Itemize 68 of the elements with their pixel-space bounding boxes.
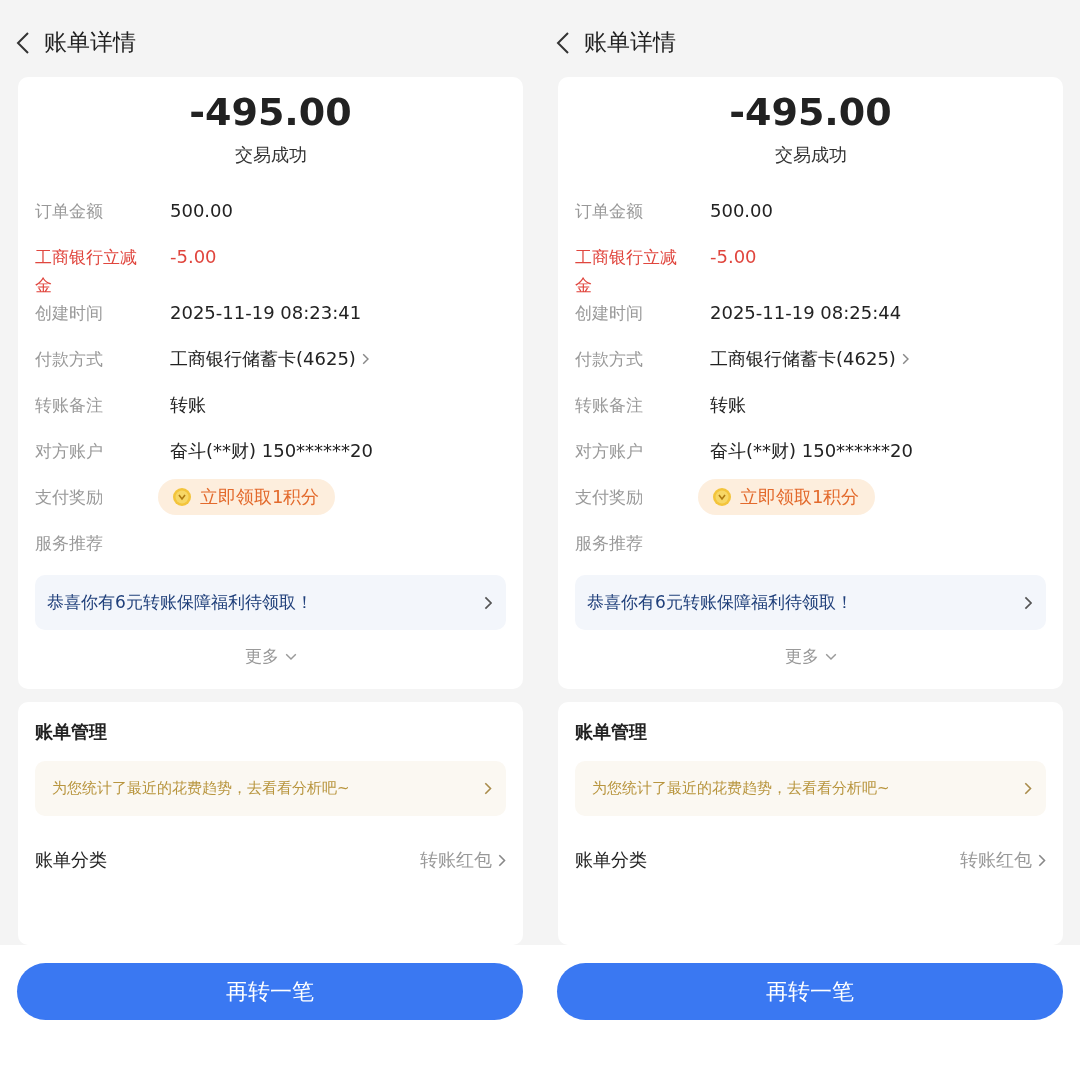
spending-tip-banner[interactable]: 为您统计了最近的花费趋势，去看看分析吧~: [575, 761, 1046, 816]
field-label: 订单金额: [35, 200, 104, 223]
field-label: 创建时间: [35, 302, 104, 325]
service-banner[interactable]: 恭喜你有6元转账保障福利待领取！: [575, 575, 1046, 630]
category-row[interactable]: 账单分类 转账红包: [575, 816, 1046, 904]
transfer-again-button[interactable]: 再转一笔: [17, 963, 523, 1020]
coin-icon: [712, 487, 732, 507]
payment-method-link[interactable]: 工商银行储蓄卡(4625): [710, 345, 910, 373]
section-title: 账单管理: [575, 720, 648, 744]
transfer-again-button[interactable]: 再转一笔: [557, 963, 1063, 1020]
amount: -495.00: [728, 89, 893, 136]
amount: -495.00: [188, 89, 353, 136]
back-icon: [16, 30, 30, 55]
page-title: 账单详情: [584, 28, 676, 57]
points-reward-button[interactable]: 立即领取1积分: [698, 479, 876, 515]
field-label: 转账备注: [35, 394, 104, 417]
back-button[interactable]: [16, 30, 30, 55]
field-label: 创建时间: [575, 302, 644, 325]
category-label: 账单分类: [575, 848, 647, 872]
chevron-right-icon: [1023, 595, 1032, 610]
field-value: 转账: [170, 393, 206, 417]
payment-method-link[interactable]: 工商银行储蓄卡(4625): [170, 345, 370, 373]
field-label: 转账备注: [575, 394, 644, 417]
page-title: 账单详情: [44, 28, 136, 57]
chevron-right-icon: [361, 353, 370, 365]
field-value: 转账: [710, 393, 746, 417]
chevron-down-icon: [824, 652, 837, 661]
field-value: 奋斗(**财) 150******20: [170, 439, 374, 463]
chevron-right-icon: [484, 782, 492, 795]
category-value: 转账红包: [420, 848, 506, 872]
service-banner[interactable]: 恭喜你有6元转账保障福利待领取！: [35, 575, 506, 630]
field-label: 订单金额: [575, 200, 644, 223]
field-label: 付款方式: [575, 348, 644, 371]
field-label: 服务推荐: [35, 532, 104, 555]
field-label: 支付奖励: [35, 486, 104, 509]
field-label: 工商银行立减金: [35, 246, 138, 297]
discount-value: -5.00: [710, 245, 757, 269]
field-label: 对方账户: [575, 440, 644, 463]
spending-tip-banner[interactable]: 为您统计了最近的花费趋势，去看看分析吧~: [35, 761, 506, 816]
back-icon: [556, 30, 570, 55]
field-label: 服务推荐: [575, 532, 644, 555]
field-value: 500.00: [710, 199, 773, 223]
field-label: 工商银行立减金: [575, 246, 678, 297]
field-value: 2025-11-19 08:25:44: [710, 301, 902, 325]
field-label: 对方账户: [35, 440, 104, 463]
category-value: 转账红包: [960, 848, 1046, 872]
chevron-right-icon: [1038, 853, 1046, 867]
more-button[interactable]: 更多: [238, 644, 303, 669]
points-reward-button[interactable]: 立即领取1积分: [158, 479, 336, 515]
category-row[interactable]: 账单分类 转账红包: [35, 816, 506, 904]
field-value: 奋斗(**财) 150******20: [710, 439, 914, 463]
chevron-right-icon: [1024, 782, 1032, 795]
chevron-right-icon: [483, 595, 492, 610]
field-value: 2025-11-19 08:23:41: [170, 301, 362, 325]
chevron-right-icon: [498, 853, 506, 867]
more-button[interactable]: 更多: [778, 644, 843, 669]
transaction-status: 交易成功: [233, 143, 308, 167]
coin-icon: [172, 487, 192, 507]
field-label: 支付奖励: [575, 486, 644, 509]
section-title: 账单管理: [35, 720, 108, 744]
category-label: 账单分类: [35, 848, 107, 872]
back-button[interactable]: [556, 30, 570, 55]
chevron-right-icon: [901, 353, 910, 365]
chevron-down-icon: [284, 652, 297, 661]
field-label: 付款方式: [35, 348, 104, 371]
field-value: 500.00: [170, 199, 233, 223]
transaction-status: 交易成功: [773, 143, 848, 167]
discount-value: -5.00: [170, 245, 217, 269]
